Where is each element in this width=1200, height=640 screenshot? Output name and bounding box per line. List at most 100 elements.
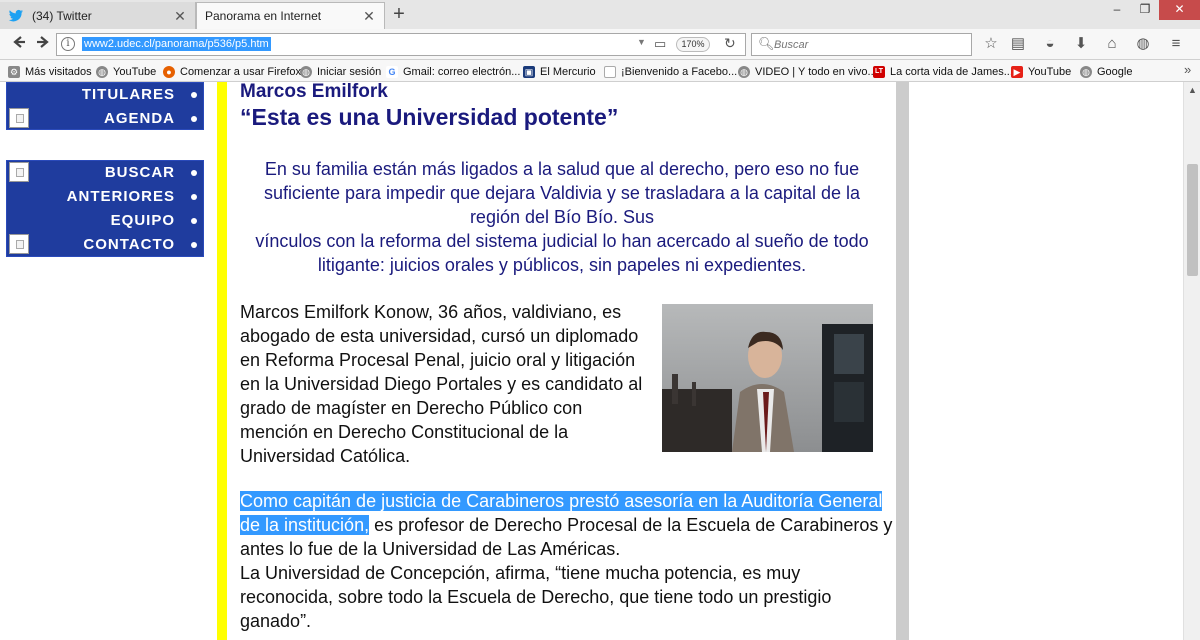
zoom-level-badge[interactable]: 170% <box>676 37 710 52</box>
search-bar[interactable]: 🔍︎ <box>751 33 972 56</box>
lead-part-1: En su familia están más ligados a la sal… <box>263 159 860 227</box>
page-icon <box>604 65 616 78</box>
bookmark-label: YouTube <box>113 65 157 78</box>
article-lead: En su familia están más ligados a la sal… <box>238 157 886 277</box>
url-text[interactable]: www2.udec.cl/panorama/p536/p5.htm <box>82 37 271 51</box>
minimize-button[interactable]: – <box>1103 0 1131 20</box>
bookmark-label: Iniciar sesión <box>317 65 382 78</box>
mercurio-icon: ▣ <box>523 65 535 78</box>
tab-label: Panorama en Internet <box>205 9 322 23</box>
site-info-icon[interactable]: i <box>61 37 75 51</box>
reader-view-icon[interactable]: ▭ <box>654 36 666 52</box>
tab-strip: (34) Twitter ✕ Panorama en Internet ✕ + … <box>0 0 1200 29</box>
menu-item-label: TITULARES <box>81 86 175 103</box>
bullet-icon <box>191 218 197 224</box>
gray-sidebar <box>896 82 909 640</box>
new-tab-button[interactable]: + <box>389 4 409 26</box>
bookmark-label: Comenzar a usar Firefox <box>180 65 302 78</box>
search-input[interactable] <box>774 37 964 52</box>
bookmark-google[interactable]: ◍ Google <box>1080 64 1132 79</box>
tab-label: (34) Twitter <box>32 8 92 23</box>
pocket-icon[interactable]: ◒ <box>1040 35 1060 55</box>
globe-icon: ◍ <box>300 65 312 78</box>
menu-item-contacto[interactable]: CONTACTO <box>7 233 205 257</box>
author-name: Marcos Emilfork <box>240 82 388 102</box>
firefox-icon: ● <box>163 65 175 78</box>
more-bookmarks-icon[interactable]: » <box>1184 62 1191 77</box>
bookmark-star-icon[interactable]: ☆ <box>981 35 1001 55</box>
menu-item-agenda[interactable]: AGENDA <box>7 107 205 131</box>
page-viewport: TITULARES AGENDA BUSCAR ANTERIORES EQUIP… <box>0 82 1200 640</box>
article-headline: “Esta es una Universidad potente” <box>240 104 619 130</box>
bookmark-label: Google <box>1097 65 1133 78</box>
close-tab-icon[interactable]: ✕ <box>362 9 376 23</box>
menu-item-label: EQUIPO <box>110 212 175 229</box>
checkbox-icon[interactable] <box>9 108 29 128</box>
article-paragraph-1: Marcos Emilfork Konow, 36 años, valdivia… <box>240 302 643 466</box>
menu-item-titulares[interactable]: TITULARES <box>7 83 205 107</box>
menu-bottom-block: BUSCAR ANTERIORES EQUIPO CONTACTO <box>6 160 204 257</box>
bookmark-mas-visitados[interactable]: ⚙ Más visitados <box>8 64 92 79</box>
article-paragraph-2: Como capitán de justicia de Carabineros … <box>240 489 895 633</box>
google-icon: G <box>386 65 398 78</box>
scroll-up-arrow-icon[interactable]: ▲ <box>1184 82 1200 99</box>
bookmark-label: ¡Bienvenido a Facebo... <box>621 65 738 78</box>
home-icon[interactable]: ⌂ <box>1102 35 1122 55</box>
close-tab-icon[interactable]: ✕ <box>173 9 187 23</box>
menu-item-label: ANTERIORES <box>66 188 175 205</box>
menu-item-label: AGENDA <box>103 110 175 127</box>
paragraph-text: La Universidad de Concepción, afirma, “t… <box>240 563 832 631</box>
bullet-icon <box>191 194 197 200</box>
globe-icon: ◍ <box>738 65 750 78</box>
maximize-button[interactable]: ❐ <box>1131 0 1159 20</box>
downloads-icon[interactable]: ⬇ <box>1071 35 1091 55</box>
gear-icon: ⚙ <box>8 65 20 78</box>
menu-item-equipo[interactable]: EQUIPO <box>7 209 205 233</box>
lt-icon: LT <box>873 65 885 78</box>
lead-part-2: vínculos con la reforma del sistema judi… <box>255 231 869 275</box>
menu-item-anteriores[interactable]: ANTERIORES <box>7 185 205 209</box>
menu-top-block: TITULARES AGENDA <box>6 82 204 130</box>
bullet-icon <box>191 116 197 122</box>
bookmarks-bar: ⚙ Más visitados ◍ YouTube ● Comenzar a usar… <box>0 60 1200 82</box>
forward-arrow-icon[interactable] <box>32 34 54 56</box>
navigation-bar: i www2.udec.cl/panorama/p536/p5.htm ▼ ▭ … <box>0 29 1200 60</box>
bookmark-facebook[interactable]: ¡Bienvenido a Facebo... <box>604 64 737 79</box>
tab-panorama[interactable]: Panorama en Internet ✕ <box>196 2 385 29</box>
bookmark-label: VIDEO | Y todo en vivo... <box>755 65 877 78</box>
youtube-icon: ▶ <box>1011 65 1023 78</box>
bookmark-label: La corta vida de James... <box>890 65 1013 78</box>
close-window-button[interactable]: ✕ <box>1159 0 1200 20</box>
globe-icon: ◍ <box>1080 65 1092 78</box>
menu-item-buscar[interactable]: BUSCAR <box>7 161 205 185</box>
checkbox-icon[interactable] <box>9 234 29 254</box>
bookmark-gmail[interactable]: G Gmail: correo electrón... <box>386 64 520 79</box>
tab-twitter[interactable]: (34) Twitter ✕ <box>0 2 196 29</box>
bookmark-youtube-2[interactable]: ▶ YouTube <box>1011 64 1071 79</box>
bookmark-youtube[interactable]: ◍ YouTube <box>96 64 156 79</box>
bullet-icon <box>191 92 197 98</box>
reading-list-icon[interactable]: ▤ <box>1008 35 1028 55</box>
bookmark-el-mercurio[interactable]: ▣ El Mercurio <box>523 64 596 79</box>
bookmark-iniciar-sesion[interactable]: ◍ Iniciar sesión <box>300 64 381 79</box>
address-bar[interactable]: i www2.udec.cl/panorama/p536/p5.htm ▼ ▭ … <box>56 33 746 56</box>
bookmark-video[interactable]: ◍ VIDEO | Y todo en vivo... <box>738 64 877 79</box>
reload-icon[interactable]: ↻ <box>724 35 736 52</box>
sync-icon[interactable]: ◍ <box>1133 35 1153 55</box>
url-dropdown-icon[interactable]: ▼ <box>637 37 646 47</box>
globe-icon: ◍ <box>96 65 108 78</box>
bookmark-label: Gmail: correo electrón... <box>403 65 521 78</box>
back-arrow-icon[interactable] <box>8 34 30 56</box>
bookmark-label: El Mercurio <box>540 65 596 78</box>
checkbox-icon[interactable] <box>9 162 29 182</box>
menu-item-label: BUSCAR <box>104 164 175 181</box>
yellow-divider <box>217 82 227 640</box>
bookmark-label: YouTube <box>1028 65 1072 78</box>
vertical-scrollbar[interactable]: ▲ <box>1183 82 1200 640</box>
bookmark-la-tercera[interactable]: LT La corta vida de James... <box>873 64 1013 79</box>
scrollbar-thumb[interactable] <box>1187 164 1198 276</box>
bullet-icon <box>191 170 197 176</box>
bookmark-firefox[interactable]: ● Comenzar a usar Firefox <box>163 64 301 79</box>
menu-icon[interactable]: ≡ <box>1166 35 1186 55</box>
twitter-bird-icon <box>8 9 24 23</box>
